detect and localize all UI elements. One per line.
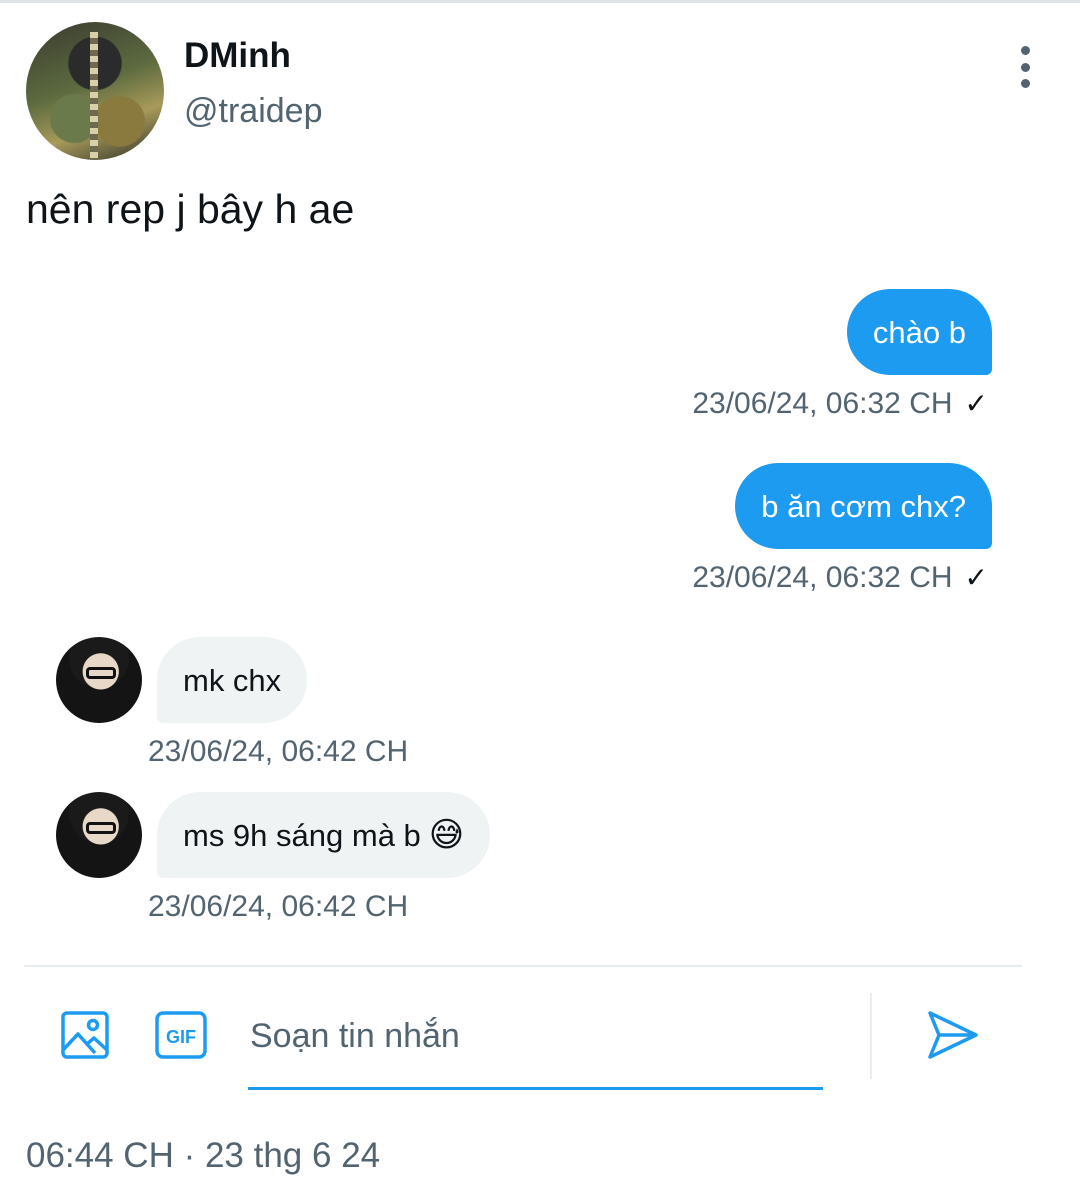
message-timestamp: 23/06/24, 06:32 CH ✓ [692,561,988,595]
avatar-detail [86,667,116,679]
image-icon[interactable] [60,1010,110,1060]
sender-avatar[interactable] [56,792,142,878]
gif-icon[interactable]: GIF [154,1010,208,1060]
sweat-smile-emoji: 😅 [428,816,465,854]
composer-divider [24,965,1022,967]
message-bubble-incoming[interactable]: ms 9h sáng mà b 😅 [157,792,491,878]
more-options-icon[interactable] [1010,46,1040,88]
dot [1020,62,1030,72]
top-divider [0,0,1080,3]
message-timestamp: 23/06/24, 06:42 CH [148,735,409,768]
composer-vertical-divider [870,993,872,1079]
gif-label: GIF [166,1027,196,1047]
message-text: b ăn cơm chx? [761,488,966,524]
avatar-detail [86,822,116,834]
message-bubble-incoming[interactable]: mk chx [157,637,308,723]
display-name[interactable]: DMinh [184,36,291,76]
profile-avatar[interactable] [26,22,164,160]
message-text: ms 9h sáng mà b [183,817,421,853]
message-timestamp: 23/06/24, 06:32 CH ✓ [692,387,988,421]
sent-check-icon: ✓ [964,388,988,419]
message-bubble-outgoing[interactable]: chào b [846,289,992,375]
message-bubble-outgoing[interactable]: b ăn cơm chx? [735,463,992,549]
dot [1020,46,1030,55]
user-handle[interactable]: @traidep [184,92,322,131]
message-input[interactable] [248,1000,823,1090]
sent-check-icon: ✓ [964,562,988,593]
tweet-text: nên rep j bây h ae [26,186,355,232]
send-icon[interactable] [926,1008,980,1062]
dot [1020,79,1030,88]
timestamp-text: 23/06/24, 06:32 CH [692,561,953,594]
dm-screenshot: DMinh @traidep nên rep j bây h ae chào b… [0,0,1080,1198]
message-timestamp: 23/06/24, 06:42 CH [148,890,409,923]
sender-avatar[interactable] [56,637,142,723]
message-text: mk chx [183,662,282,698]
message-text: chào b [872,314,966,350]
footer-timestamp: 06:44 CH · 23 thg 6 24 [26,1136,381,1175]
timestamp-text: 23/06/24, 06:32 CH [692,387,953,420]
